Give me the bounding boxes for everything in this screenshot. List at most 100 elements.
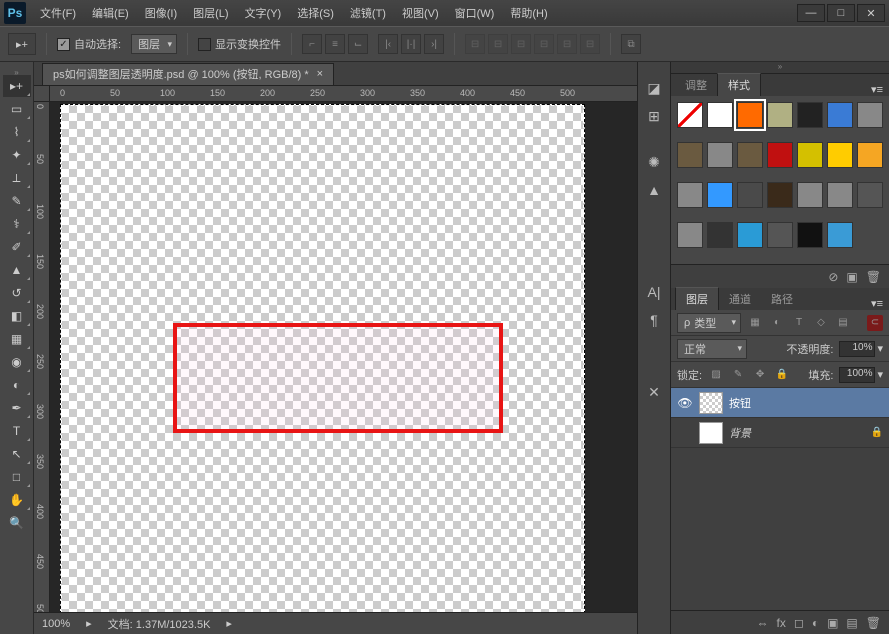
color-panel-icon[interactable]: ◪: [642, 76, 666, 100]
panel-menu-icon[interactable]: ▾≡: [865, 83, 889, 96]
style-swatch[interactable]: [827, 142, 853, 168]
character-panel-icon[interactable]: A|: [642, 280, 666, 304]
blend-mode-dropdown[interactable]: 正常: [677, 339, 747, 359]
chevron-down-icon[interactable]: ▾: [877, 368, 883, 381]
style-swatch[interactable]: [767, 102, 793, 128]
style-swatch[interactable]: [737, 102, 763, 128]
history-brush-tool[interactable]: ↺: [3, 282, 31, 304]
tab-layers[interactable]: 图层: [675, 287, 719, 310]
group-icon[interactable]: ▣: [827, 616, 838, 630]
crop-tool[interactable]: ⟂: [3, 167, 31, 189]
layer-thumbnail[interactable]: [699, 392, 723, 414]
current-tool-indicator[interactable]: ▸+: [8, 33, 36, 55]
align-bottom-icon[interactable]: ⌙: [348, 34, 368, 54]
align-left-icon[interactable]: |‹: [378, 34, 398, 54]
layer-mask-icon[interactable]: ◻: [794, 616, 804, 630]
layer-row[interactable]: 👁 按钮: [671, 388, 889, 418]
filter-pixel-icon[interactable]: ▦: [747, 315, 763, 331]
style-swatch[interactable]: [707, 222, 733, 248]
align-vcenter-icon[interactable]: ≡: [325, 34, 345, 54]
layer-style-icon[interactable]: fx: [777, 616, 786, 630]
link-layers-icon[interactable]: ⇔: [757, 616, 769, 630]
magic-wand-tool[interactable]: ✦: [3, 144, 31, 166]
filter-type-icon[interactable]: T: [791, 315, 807, 331]
status-more-icon[interactable]: ▸: [226, 617, 232, 630]
lasso-tool[interactable]: ⌇: [3, 121, 31, 143]
document-tab[interactable]: ps如何调整图层透明度.psd @ 100% (按钮, RGB/8) * ×: [42, 63, 334, 85]
layer-row[interactable]: 背景 🔒: [671, 418, 889, 448]
panel-collapse-button[interactable]: »: [671, 62, 889, 74]
menu-window[interactable]: 窗口(W): [447, 5, 503, 21]
histogram-panel-icon[interactable]: ▲: [642, 178, 666, 202]
blur-tool[interactable]: ◉: [3, 351, 31, 373]
tools-preset-icon[interactable]: ✕: [642, 380, 666, 404]
lock-all-icon[interactable]: 🔒: [774, 367, 790, 383]
style-none-swatch[interactable]: [677, 102, 703, 128]
clear-style-icon[interactable]: ⊘: [828, 270, 838, 284]
align-hcenter-icon[interactable]: |·|: [401, 34, 421, 54]
type-tool[interactable]: T: [3, 420, 31, 442]
healing-tool[interactable]: ⚕: [3, 213, 31, 235]
eraser-tool[interactable]: ◧: [3, 305, 31, 327]
new-style-icon[interactable]: ▣: [846, 270, 857, 284]
menu-help[interactable]: 帮助(H): [502, 5, 555, 21]
style-swatch[interactable]: [857, 182, 883, 208]
align-right-icon[interactable]: ›|: [424, 34, 444, 54]
layer-thumbnail[interactable]: [699, 422, 723, 444]
menu-file[interactable]: 文件(F): [32, 5, 84, 21]
paragraph-panel-icon[interactable]: ¶: [642, 308, 666, 332]
lock-position-icon[interactable]: ✥: [752, 367, 768, 383]
filter-smart-icon[interactable]: ▤: [835, 315, 851, 331]
visibility-toggle[interactable]: 👁: [677, 396, 693, 410]
marquee-tool[interactable]: ▭: [3, 98, 31, 120]
opacity-value[interactable]: 10%: [839, 341, 875, 357]
new-layer-icon[interactable]: ▤: [846, 616, 857, 630]
minimize-button[interactable]: —: [797, 4, 825, 22]
style-swatch[interactable]: [767, 142, 793, 168]
filter-shape-icon[interactable]: ◇: [813, 315, 829, 331]
trash-icon[interactable]: 🗑: [866, 270, 881, 284]
menu-view[interactable]: 视图(V): [394, 5, 447, 21]
lock-pixels-icon[interactable]: ✎: [730, 367, 746, 383]
auto-select-target-dropdown[interactable]: 图层: [131, 34, 177, 54]
align-top-icon[interactable]: ⌐: [302, 34, 322, 54]
style-swatch[interactable]: [737, 182, 763, 208]
canvas-viewport[interactable]: 050100150200250300350400450500 050100150…: [34, 86, 637, 612]
gradient-tool[interactable]: ▦: [3, 328, 31, 350]
hand-tool[interactable]: ✋: [3, 489, 31, 511]
style-swatch[interactable]: [857, 102, 883, 128]
style-swatch[interactable]: [767, 222, 793, 248]
style-swatch[interactable]: [797, 142, 823, 168]
tab-close-icon[interactable]: ×: [317, 68, 323, 80]
adjustment-layer-icon[interactable]: ◐: [812, 616, 819, 630]
brush-tool[interactable]: ✐: [3, 236, 31, 258]
layer-name[interactable]: 按钮: [729, 395, 751, 411]
shape-tool[interactable]: □: [3, 466, 31, 488]
canvas[interactable]: [60, 104, 585, 612]
menu-layer[interactable]: 图层(L): [185, 5, 236, 21]
style-swatch[interactable]: [677, 142, 703, 168]
dodge-tool[interactable]: ◐: [3, 374, 31, 396]
auto-select-checkbox[interactable]: ✓ 自动选择:: [57, 36, 121, 52]
style-swatch[interactable]: [827, 222, 853, 248]
move-tool[interactable]: ▸+: [3, 75, 31, 97]
style-swatch[interactable]: [707, 102, 733, 128]
style-swatch[interactable]: [737, 222, 763, 248]
style-swatch[interactable]: [737, 142, 763, 168]
stamp-tool[interactable]: ▲: [3, 259, 31, 281]
maximize-button[interactable]: □: [827, 4, 855, 22]
trash-icon[interactable]: 🗑: [866, 616, 881, 630]
style-swatch[interactable]: [827, 102, 853, 128]
close-button[interactable]: ✕: [857, 4, 885, 22]
3d-mode-icon[interactable]: ⧉: [621, 34, 641, 54]
ruler-origin[interactable]: [34, 86, 50, 102]
menu-select[interactable]: 选择(S): [289, 5, 342, 21]
ruler-vertical[interactable]: 050100150200250300350400450500: [34, 102, 50, 612]
tab-paths[interactable]: 路径: [761, 288, 803, 310]
layer-filter-type-dropdown[interactable]: ρ 类型: [677, 313, 741, 333]
eyedropper-tool[interactable]: ✎: [3, 190, 31, 212]
zoom-tool[interactable]: 🔍: [3, 512, 31, 534]
layer-content-button-rect[interactable]: [173, 323, 503, 433]
menu-image[interactable]: 图像(I): [137, 5, 185, 21]
style-swatch[interactable]: [797, 102, 823, 128]
